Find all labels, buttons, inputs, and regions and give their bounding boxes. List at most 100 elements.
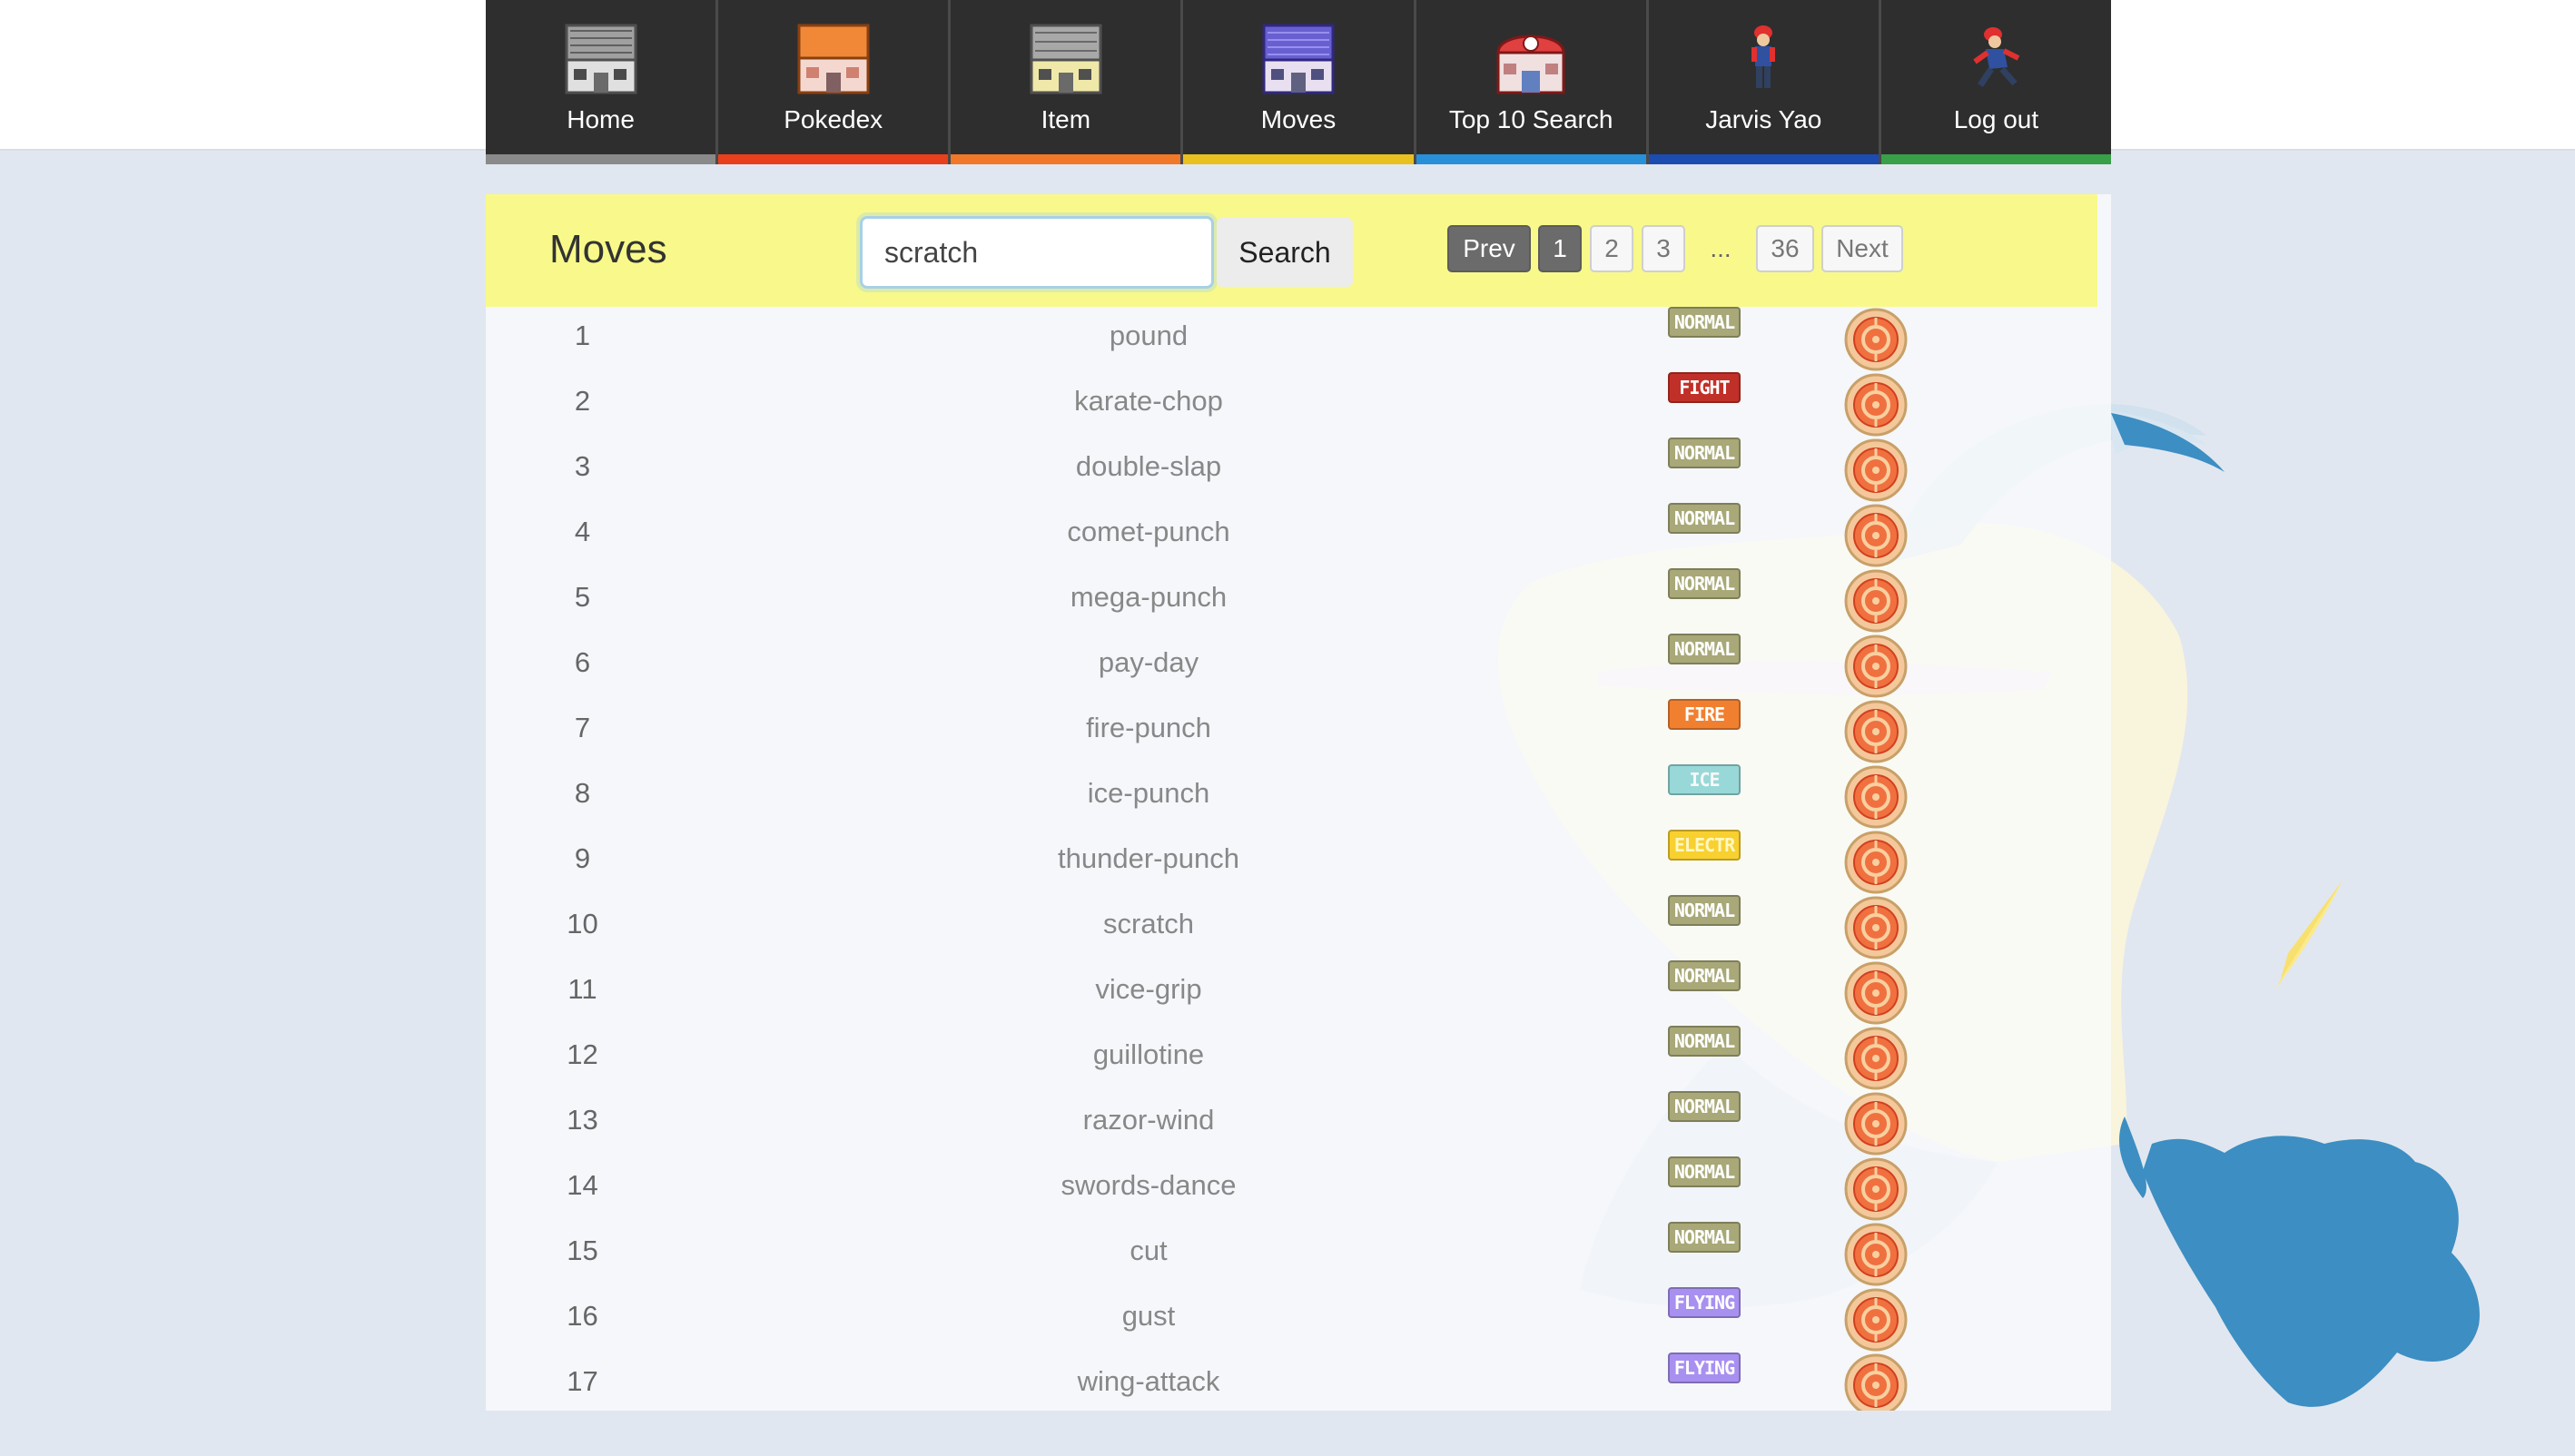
move-row[interactable]: 2 karate-chop FIGHT <box>486 372 2111 438</box>
move-row[interactable]: 11 vice-grip NORMAL <box>486 960 2111 1026</box>
move-id: 8 <box>574 777 591 809</box>
move-row[interactable]: 13 razor-wind NORMAL <box>486 1091 2111 1156</box>
type-badge: NORMAL <box>1668 634 1741 664</box>
move-name[interactable]: ice-punch <box>922 777 1376 810</box>
physical-category-icon <box>1844 961 1908 1025</box>
pagination-ellipsis: ... <box>1710 234 1731 262</box>
physical-category-icon <box>1844 1288 1908 1352</box>
nav-label: Pokedex <box>784 105 883 133</box>
physical-category-icon <box>1844 1223 1908 1286</box>
move-name[interactable]: vice-grip <box>922 973 1376 1006</box>
type-badge: NORMAL <box>1668 307 1741 338</box>
move-name[interactable]: gust <box>922 1300 1376 1333</box>
page-2-button[interactable]: 2 <box>1590 225 1633 272</box>
move-name[interactable]: razor-wind <box>922 1104 1376 1136</box>
move-id: 6 <box>574 646 591 678</box>
move-row[interactable]: 10 scratch NORMAL <box>486 895 2111 960</box>
nav-accent-bar <box>1880 154 2111 164</box>
physical-category-icon <box>1844 504 1908 567</box>
nav-label: Log out <box>1953 105 2039 133</box>
move-name[interactable]: guillotine <box>922 1038 1376 1071</box>
move-name[interactable]: scratch <box>922 908 1376 940</box>
nav-user-profile[interactable]: Jarvis Yao <box>1648 0 1881 164</box>
next-page-button[interactable]: Next <box>1821 225 1903 272</box>
type-badge: NORMAL <box>1668 960 1741 991</box>
move-row[interactable]: 14 swords-dance NORMAL <box>486 1156 2111 1222</box>
type-badge: FLYING <box>1668 1353 1741 1383</box>
moves-panel: Moves Search Prev 1 2 3 ... 36 Next 1 pou… <box>486 194 2111 1411</box>
type-badge: NORMAL <box>1668 895 1741 926</box>
page-title: Moves <box>549 227 667 271</box>
page-3-button[interactable]: 3 <box>1642 225 1685 272</box>
type-badge: FIGHT <box>1668 372 1741 403</box>
type-badge: NORMAL <box>1668 1026 1741 1057</box>
move-row[interactable]: 16 gust FLYING <box>486 1287 2111 1353</box>
move-row[interactable]: 6 pay-day NORMAL <box>486 634 2111 699</box>
move-name[interactable]: fire-punch <box>922 712 1376 744</box>
physical-category-icon <box>1844 1353 1908 1411</box>
move-row[interactable]: 5 mega-punch NORMAL <box>486 568 2111 634</box>
nav-accent-bar <box>718 154 949 164</box>
move-name[interactable]: pound <box>922 320 1376 352</box>
trainer-icon <box>1722 20 1804 98</box>
move-name[interactable]: thunder-punch <box>922 842 1376 875</box>
physical-category-icon <box>1844 1157 1908 1221</box>
nav-label: Moves <box>1260 105 1337 133</box>
search-input[interactable] <box>860 216 1214 289</box>
nav-item[interactable]: Item <box>951 0 1184 164</box>
move-id: 3 <box>574 450 591 482</box>
page-1-button[interactable]: 1 <box>1538 225 1582 272</box>
type-badge: FLYING <box>1668 1287 1741 1318</box>
move-name[interactable]: wing-attack <box>922 1365 1376 1398</box>
move-row[interactable]: 8 ice-punch ICE <box>486 764 2111 830</box>
type-badge: ELECTR <box>1668 830 1741 861</box>
physical-category-icon <box>1844 635 1908 698</box>
move-id: 11 <box>567 973 597 1005</box>
move-name[interactable]: pay-day <box>922 646 1376 679</box>
nav-label: Top 10 Search <box>1448 105 1613 133</box>
nav-log-out[interactable]: Log out <box>1880 0 2111 164</box>
nav-accent-bar <box>1648 154 1879 164</box>
move-id: 12 <box>567 1038 598 1070</box>
nav-top-10-search[interactable]: Top 10 Search <box>1416 0 1649 164</box>
page-36-button[interactable]: 36 <box>1756 225 1814 272</box>
move-name[interactable]: double-slap <box>922 450 1376 483</box>
move-row[interactable]: 12 guillotine NORMAL <box>486 1026 2111 1091</box>
move-id: 9 <box>574 842 591 874</box>
type-badge: NORMAL <box>1668 1091 1741 1122</box>
move-row[interactable]: 9 thunder-punch ELECTR <box>486 830 2111 895</box>
physical-category-icon <box>1844 438 1908 502</box>
nav-label: Item <box>1041 105 1091 133</box>
type-badge: NORMAL <box>1668 503 1741 534</box>
panel-header: Moves Search Prev 1 2 3 ... 36 Next <box>486 194 2097 307</box>
move-id: 10 <box>567 908 598 940</box>
nav-moves[interactable]: Moves <box>1183 0 1416 164</box>
type-badge: ICE <box>1668 764 1741 795</box>
type-badge: NORMAL <box>1668 1156 1741 1187</box>
move-name[interactable]: comet-punch <box>922 516 1376 548</box>
pokedex-building-icon <box>793 20 874 98</box>
nav-pokedex[interactable]: Pokedex <box>718 0 952 164</box>
move-id: 7 <box>574 712 591 743</box>
move-row[interactable]: 3 double-slap NORMAL <box>486 438 2111 503</box>
physical-category-icon <box>1844 896 1908 959</box>
move-name[interactable]: swords-dance <box>922 1169 1376 1202</box>
move-id: 17 <box>567 1365 598 1397</box>
move-name[interactable]: karate-chop <box>922 385 1376 418</box>
move-name[interactable]: cut <box>922 1235 1376 1267</box>
moves-building-icon <box>1258 20 1339 98</box>
nav-accent-bar <box>1183 154 1414 164</box>
move-name[interactable]: mega-punch <box>922 581 1376 614</box>
move-id: 14 <box>567 1169 598 1201</box>
move-row[interactable]: 17 wing-attack FLYING <box>486 1353 2111 1411</box>
physical-category-icon <box>1844 1092 1908 1156</box>
search-button[interactable]: Search <box>1217 218 1353 287</box>
nav-home[interactable]: Home <box>486 0 719 164</box>
physical-category-icon <box>1844 569 1908 633</box>
move-row[interactable]: 7 fire-punch FIRE <box>486 699 2111 764</box>
move-row[interactable]: 15 cut NORMAL <box>486 1222 2111 1287</box>
prev-page-button[interactable]: Prev <box>1447 225 1531 272</box>
move-row[interactable]: 1 pound NORMAL <box>486 307 2111 372</box>
home-building-icon <box>560 20 642 98</box>
move-row[interactable]: 4 comet-punch NORMAL <box>486 503 2111 568</box>
